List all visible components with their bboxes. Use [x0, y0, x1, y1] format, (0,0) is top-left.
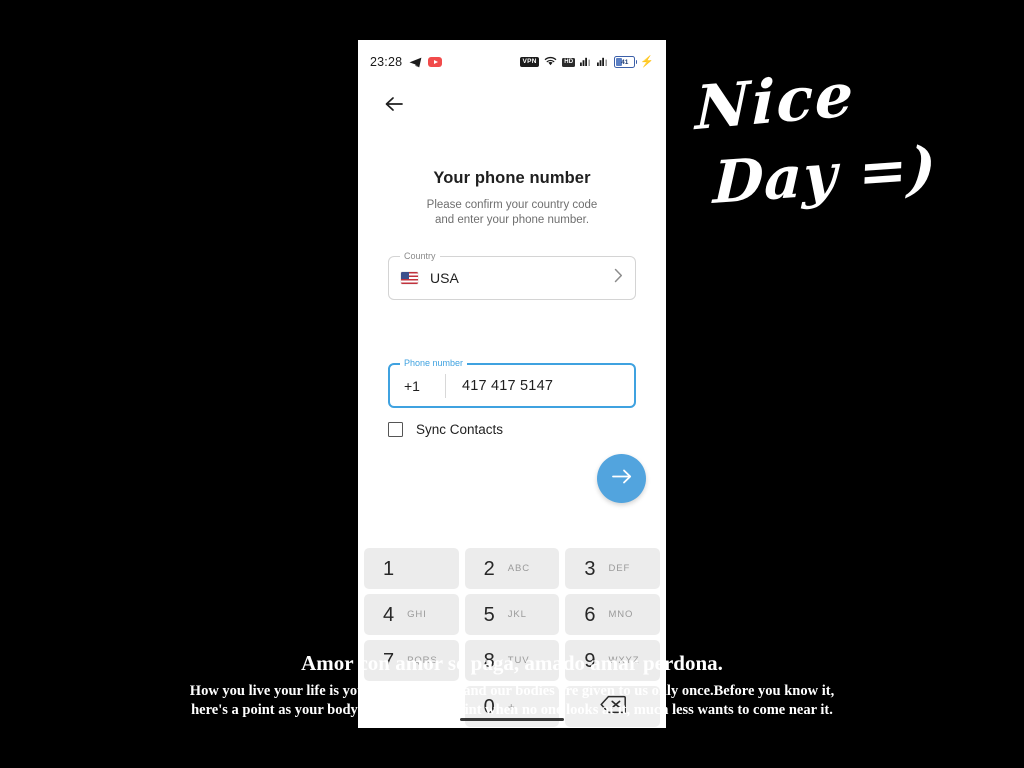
status-bar: 23:28 VPN HD 41 ⚡ [358, 40, 666, 84]
keypad-key-letters: GHI [407, 609, 427, 620]
keypad-key-blank [364, 686, 459, 727]
hd-icon: HD [562, 57, 576, 67]
keypad-key-8[interactable]: 8 TUV [464, 640, 560, 681]
keypad-key-4[interactable]: 4 GHI [364, 594, 459, 635]
chevron-right-icon [614, 268, 623, 288]
keypad-key-letters: JKL [507, 609, 527, 620]
keypad-key-digit: 6 [584, 603, 596, 626]
phone-number-value[interactable]: 417 417 5147 [446, 378, 553, 394]
keypad-key-3[interactable]: 3 DEF [565, 548, 660, 589]
back-arrow-icon [385, 96, 404, 117]
keypad-key-letters: MNO [608, 609, 634, 620]
arrow-right-icon [611, 468, 633, 490]
lightning-bolt-icon: ⚡ [640, 55, 654, 68]
keypad-key-1[interactable]: 1 [364, 548, 459, 589]
back-button[interactable] [376, 88, 412, 124]
page-subtitle: Please confirm your country code and ent… [358, 198, 666, 228]
signal-bars-icon [580, 53, 592, 71]
country-field-label: Country [400, 251, 440, 261]
status-bar-system-icons: VPN HD 41 ⚡ [519, 53, 654, 71]
keypad-key-letters: PQRS [407, 655, 438, 666]
backspace-icon [600, 695, 626, 719]
battery-percent-label: 41 [621, 58, 629, 66]
youtube-icon [428, 57, 443, 67]
sync-contacts-checkbox-row[interactable]: Sync Contacts [388, 422, 503, 437]
keypad-key-digit: 2 [483, 557, 495, 580]
keypad-key-letters: DEF [608, 563, 631, 574]
status-bar-notification-icons [409, 57, 443, 68]
sync-contacts-label: Sync Contacts [416, 422, 504, 437]
page-subtitle-line-1: Please confirm your country code [426, 199, 598, 211]
keypad-key-letters: ABC [507, 563, 531, 574]
status-bar-clock: 23:28 [370, 55, 403, 69]
signal-bars-icon [597, 53, 609, 71]
keypad-key-2[interactable]: 2 ABC [464, 548, 560, 589]
country-selector[interactable]: Country USA [388, 251, 636, 300]
keypad-key-digit: 1 [383, 557, 395, 580]
keypad-key-6[interactable]: 6 MNO [565, 594, 660, 635]
handwritten-overlay: Nice Day =) [695, 60, 955, 217]
keypad-key-7[interactable]: 7 PQRS [364, 640, 459, 681]
keypad-key-digit: 7 [383, 649, 395, 672]
phone-number-input[interactable]: Phone number +1 417 417 5147 [388, 358, 636, 408]
keypad-key-digit: 0 [483, 695, 495, 718]
phone-screen: 23:28 VPN HD 41 ⚡ Your phone number Plea… [358, 40, 666, 728]
keypad-key-9[interactable]: 9 WXYZ [565, 640, 660, 681]
vpn-icon: VPN [519, 57, 540, 67]
telegram-icon [409, 57, 422, 68]
usa-flag-icon [401, 272, 418, 284]
keypad-key-digit: 4 [383, 603, 395, 626]
keypad-key-5[interactable]: 5 JKL [464, 594, 560, 635]
keypad-key-plus: + [507, 699, 515, 714]
page-title: Your phone number [433, 169, 591, 187]
keypad-key-digit: 9 [584, 649, 596, 672]
sync-contacts-checkbox[interactable] [388, 422, 403, 437]
keypad-key-digit: 8 [483, 649, 495, 672]
phone-field-label: Phone number [400, 358, 468, 368]
page-subtitle-line-2: and enter your phone number. [434, 214, 590, 226]
numeric-keypad[interactable]: 1 2 ABC 3 DEF 4 GHI 5 JKL 6 MNO 7 PQRS 8 [358, 543, 666, 728]
wifi-icon [544, 53, 557, 71]
country-value: USA [430, 270, 459, 286]
handwriting-line-2: Day =) [712, 133, 938, 217]
keypad-key-digit: 5 [483, 603, 495, 626]
handwriting-line-1: Nice [694, 59, 856, 145]
keypad-key-letters: WXYZ [608, 655, 640, 666]
navigation-home-indicator[interactable] [460, 717, 564, 721]
keypad-key-letters: TUV [507, 655, 530, 666]
keypad-backspace-key[interactable] [565, 686, 660, 727]
next-button[interactable] [597, 454, 646, 503]
battery-icon: 41 [614, 56, 638, 68]
country-code-value: +1 [404, 377, 420, 394]
keypad-key-digit: 3 [584, 557, 596, 580]
